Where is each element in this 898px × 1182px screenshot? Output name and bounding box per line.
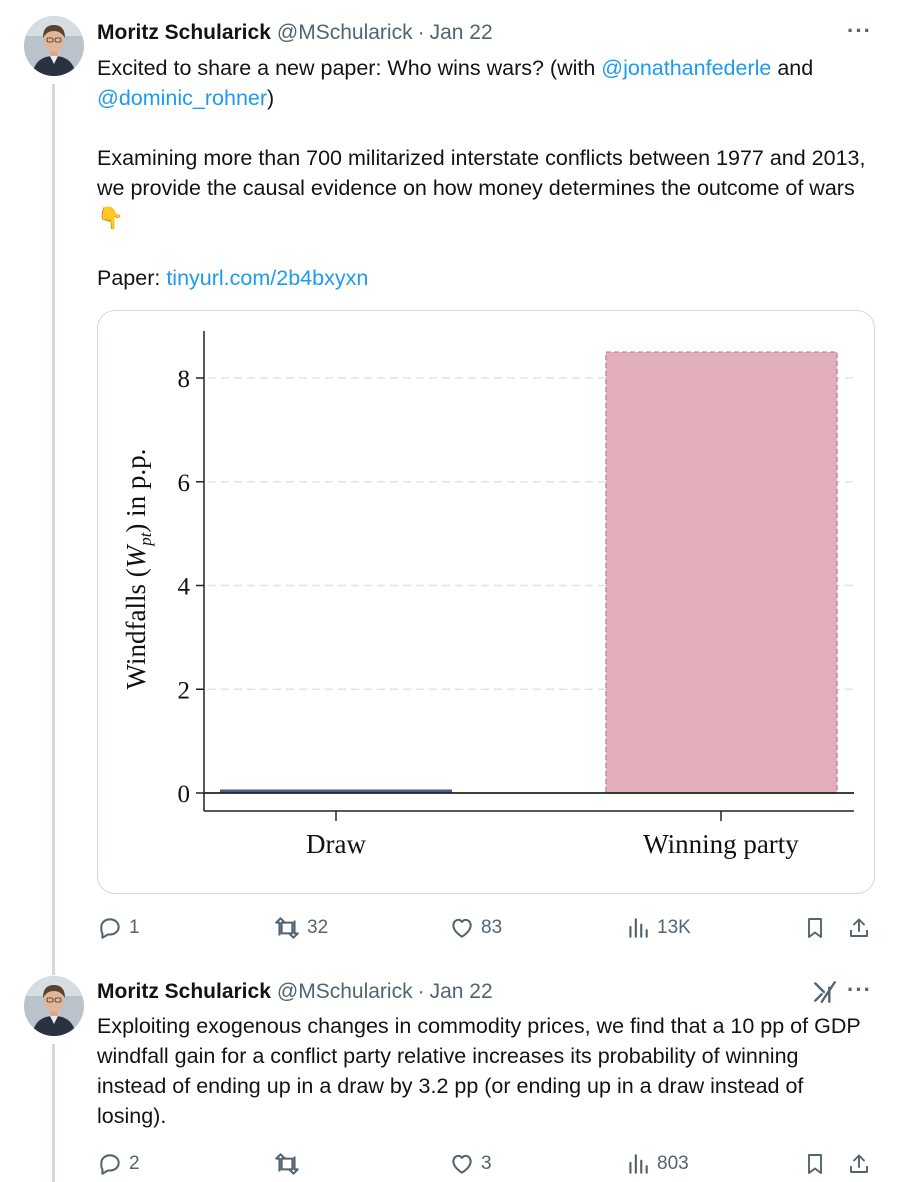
views-count: 803 [657, 1153, 689, 1174]
share-icon [850, 1154, 868, 1173]
tweet-date[interactable]: Jan 22 [430, 980, 493, 1004]
repost-count: 32 [307, 917, 329, 938]
views-icon [629, 1154, 648, 1174]
action-bar: 1 32 83 13K [97, 913, 875, 943]
like-button[interactable]: 83 [449, 913, 502, 943]
tweet-2[interactable]: Moritz Schularick @MSchularick · Jan 22 … [0, 960, 898, 1182]
repost-icon [275, 917, 299, 939]
tweet-date[interactable]: Jan 22 [430, 21, 493, 45]
more-icon[interactable]: ··· [847, 18, 872, 44]
tweet-paragraph: Examining more than 700 militarized inte… [97, 143, 877, 233]
tweet-line: Excited to share a new paper: Who wins w… [97, 53, 882, 83]
avatar[interactable] [24, 16, 84, 76]
reply-button[interactable]: 2 [97, 1149, 140, 1179]
text-span: Paper: [97, 266, 167, 290]
bar-chart: 0 2 4 6 8 Draw Winning party Windfalls (Wpt) in… [121, 331, 854, 859]
author-handle[interactable]: @MSchularick [277, 21, 413, 45]
action-bar: 2 3 803 [97, 1149, 875, 1179]
bookmark-icon [808, 1154, 822, 1174]
repost-button[interactable]: 32 [273, 913, 328, 943]
text-span: and [771, 56, 814, 80]
reply-button[interactable]: 1 [97, 913, 140, 943]
repost-button[interactable] [273, 1149, 307, 1179]
views-button[interactable]: 13K [625, 913, 691, 943]
thread-line [52, 960, 55, 975]
views-icon [629, 918, 648, 938]
y-tick-label: 2 [178, 677, 191, 704]
tweet-line: @dominic_rohner) [97, 83, 882, 113]
tweet-text: Excited to share a new paper: Who wins w… [97, 53, 882, 293]
views-button[interactable]: 803 [625, 1149, 689, 1179]
reply-count: 1 [129, 917, 140, 938]
tweet-header: Moritz Schularick @MSchularick · Jan 22 … [97, 18, 878, 46]
mention-link[interactable]: @jonathanfederle [601, 56, 771, 80]
pointing-down-emoji: 👇 [97, 206, 124, 230]
tweet-header: Moritz Schularick @MSchularick · Jan 22 … [97, 977, 878, 1005]
reply-icon [100, 1154, 120, 1175]
separator-dot: · [417, 21, 425, 44]
separator-dot: · [417, 980, 425, 1003]
media-card[interactable]: 0 2 4 6 8 Draw Winning party Windfalls (Wpt) in… [97, 310, 875, 894]
avatar[interactable] [24, 976, 84, 1036]
y-tick-label: 8 [178, 366, 191, 393]
x-tick-label: Draw [306, 829, 366, 859]
share-button[interactable] [847, 913, 871, 943]
tweet-paragraph: Exploiting exogenous changes in commodit… [97, 1014, 861, 1128]
share-button[interactable] [847, 1149, 871, 1179]
share-icon [850, 918, 868, 937]
x-tick-label: Winning party [643, 829, 799, 859]
like-count: 3 [481, 1153, 492, 1174]
bar-winning-party [605, 351, 838, 794]
mention-link[interactable]: @dominic_rohner [97, 86, 267, 110]
like-count: 83 [481, 917, 503, 938]
thread-line [52, 84, 55, 960]
views-count: 13K [657, 917, 691, 938]
bookmark-icon [808, 918, 822, 938]
like-icon [452, 1154, 472, 1174]
author-name[interactable]: Moritz Schularick [97, 21, 271, 45]
bookmark-button[interactable] [803, 1149, 827, 1179]
reply-count: 2 [129, 1153, 140, 1174]
thread-line [52, 1044, 55, 1182]
more-icon[interactable]: ··· [847, 977, 872, 1003]
like-icon [452, 918, 472, 938]
repost-icon [275, 1153, 299, 1175]
tweet-text: Exploiting exogenous changes in commodit… [97, 1011, 882, 1131]
text-span: Examining more than 700 militarized inte… [97, 146, 866, 200]
text-span: ) [267, 86, 275, 110]
y-tick-label: 6 [178, 470, 191, 497]
y-tick-label: 0 [178, 781, 191, 808]
tweet-1[interactable]: Moritz Schularick @MSchularick · Jan 22 … [0, 0, 898, 960]
paper-link[interactable]: tinyurl.com/2b4bxyxn [166, 266, 368, 290]
reply-icon [100, 918, 120, 939]
author-name[interactable]: Moritz Schularick [97, 980, 271, 1004]
like-button[interactable]: 3 [449, 1149, 492, 1179]
grok-icon[interactable] [812, 979, 838, 1011]
tweet-line: Paper: tinyurl.com/2b4bxyxn [97, 263, 882, 293]
text-span: Excited to share a new paper: Who wins w… [97, 56, 602, 80]
author-handle[interactable]: @MSchularick [277, 980, 413, 1004]
y-tick-label: 4 [178, 574, 191, 601]
y-axis-label: Windfalls (Wpt) in p.p. [121, 449, 155, 690]
bookmark-button[interactable] [803, 913, 827, 943]
